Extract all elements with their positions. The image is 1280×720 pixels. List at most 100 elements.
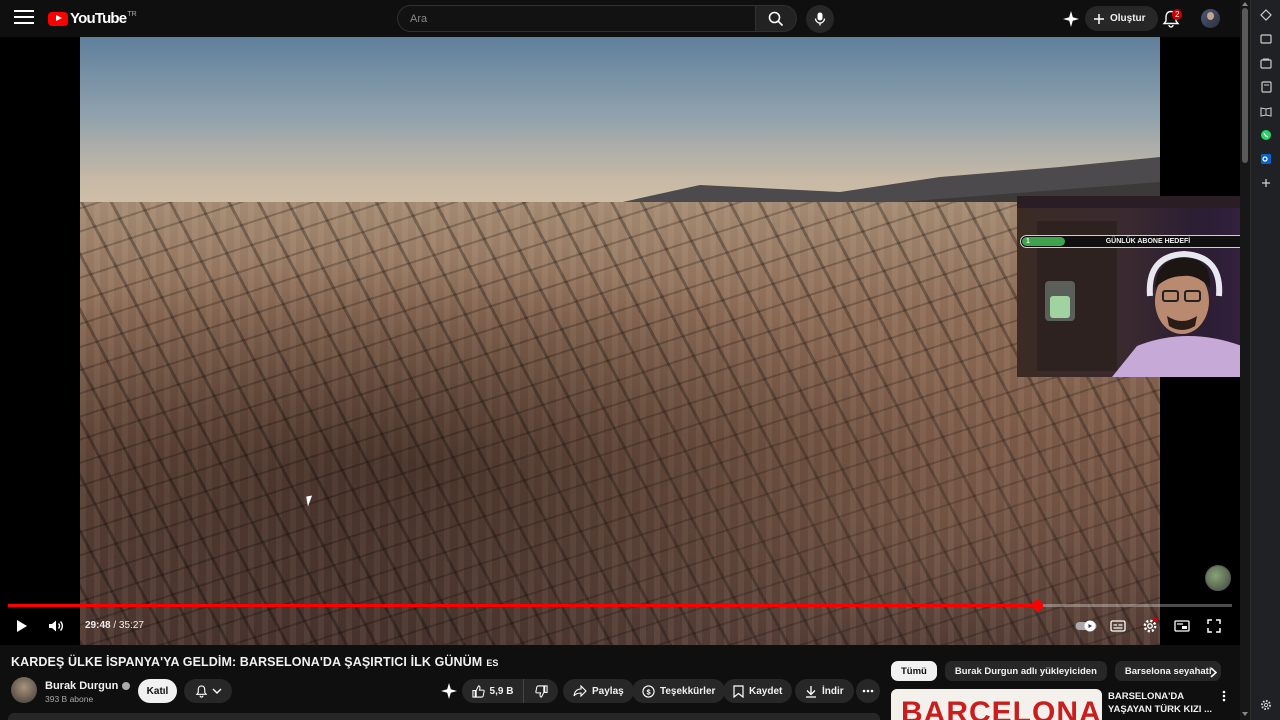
subscription-notifications-button[interactable] (184, 679, 232, 703)
svg-text:$: $ (646, 687, 651, 696)
search-icon (768, 11, 784, 26)
current-time: 29:48 (85, 620, 111, 631)
voice-search-button[interactable] (806, 5, 834, 33)
download-label: İndir (822, 685, 844, 697)
language-badge: ES (486, 658, 499, 668)
browser-side-panel (1250, 0, 1280, 720)
sidepanel-wallet-icon[interactable] (1259, 56, 1273, 70)
autoplay-toggle[interactable] (1074, 615, 1098, 637)
goal-start-value: 1 (1026, 238, 1030, 245)
save-label: Kaydet (749, 685, 783, 697)
sidepanel-reading-list-icon[interactable] (1259, 104, 1273, 118)
microphone-icon (814, 12, 826, 26)
logo-country-code: TR (127, 10, 137, 18)
scroll-down-arrow-icon[interactable] (1242, 712, 1248, 716)
play-icon (17, 620, 27, 632)
youtube-watch-page: YouTube TR Oluştur 2 (0, 0, 1280, 720)
scrollbar-thumb[interactable] (1242, 8, 1248, 163)
recommended-video-title[interactable]: BARSELONA'DA YAŞAYAN TÜRK KIZI ... (1108, 690, 1212, 716)
bell-icon (195, 684, 207, 698)
search-button[interactable] (755, 5, 797, 32)
chevron-right-icon (1209, 666, 1217, 678)
recommended-video-menu-button[interactable] (1219, 690, 1229, 704)
download-icon (806, 685, 816, 698)
description-box[interactable] (8, 713, 880, 720)
menu-icon[interactable] (14, 10, 34, 26)
channel-name-link[interactable]: Burak Durgun (45, 680, 131, 692)
progress-bar[interactable] (8, 600, 1232, 611)
search-input[interactable] (397, 5, 755, 32)
more-vertical-icon (1222, 690, 1226, 702)
notes-icon (1260, 81, 1272, 93)
media-icon (1260, 34, 1272, 44)
ask-ai-sparkle-icon[interactable] (440, 682, 458, 700)
subtitles-icon (1110, 620, 1126, 632)
more-horizontal-icon (862, 689, 874, 693)
diamond-icon (1260, 9, 1272, 21)
sidepanel-outlook-icon[interactable] (1259, 152, 1273, 166)
fullscreen-button[interactable] (1204, 615, 1224, 637)
search-box (397, 5, 797, 32)
create-button[interactable]: Oluştur (1085, 6, 1158, 31)
video-title: KARDEŞ ÜLKE İSPANYA'YA GELDİM: BARSELONA… (11, 655, 499, 669)
volume-button[interactable] (46, 615, 66, 637)
thanks-button[interactable]: $ Teşekkürler (632, 679, 726, 703)
sparkle-icon[interactable] (1062, 10, 1080, 28)
subtitles-button[interactable] (1108, 615, 1128, 637)
youtube-logo[interactable]: YouTube TR (48, 10, 137, 27)
video-frame (80, 37, 1160, 645)
progress-scrubber[interactable] (1031, 600, 1043, 611)
sidepanel-extension-icon[interactable] (1259, 8, 1273, 22)
more-actions-button[interactable] (856, 679, 880, 703)
download-button[interactable]: İndir (795, 679, 854, 703)
page-scrollbar[interactable] (1240, 0, 1250, 720)
miniplayer-button[interactable] (1172, 615, 1192, 637)
plus-icon (1094, 13, 1104, 24)
logo-text: YouTube (70, 10, 127, 27)
channel-avatar[interactable] (11, 677, 37, 703)
thumbnail-text: BARCELONA (901, 696, 1102, 720)
sidepanel-whatsapp-icon[interactable] (1259, 128, 1273, 142)
fullscreen-icon (1207, 619, 1221, 633)
video-title-text: KARDEŞ ÜLKE İSPANYA'YA GELDİM: BARSELONA… (11, 655, 483, 669)
thanks-icon: $ (642, 684, 655, 698)
like-button[interactable]: 5,9 B (462, 679, 524, 703)
sidepanel-media-icon[interactable] (1259, 32, 1273, 46)
autoplay-toggle-icon (1075, 620, 1097, 632)
save-button[interactable]: Kaydet (723, 679, 793, 703)
like-count: 5,9 B (489, 685, 514, 697)
sidepanel-add-icon[interactable] (1259, 176, 1273, 190)
goal-title: GÜNLÜK ABONE HEDEFİ (1105, 238, 1191, 245)
time-display: 29:48 / 35:27 (85, 620, 144, 631)
dislike-button[interactable] (524, 679, 558, 703)
channel-watermark[interactable] (1205, 565, 1231, 591)
share-button[interactable]: Paylaş (563, 679, 634, 703)
youtube-play-icon (48, 11, 68, 26)
outlook-icon (1261, 154, 1271, 164)
account-avatar[interactable] (1201, 9, 1220, 28)
chevron-down-icon (212, 688, 221, 694)
chips-next-button[interactable] (1204, 663, 1222, 681)
sidepanel-notes-icon[interactable] (1259, 80, 1273, 94)
whatsapp-icon (1261, 130, 1271, 140)
bookmark-icon (733, 684, 744, 698)
scroll-up-arrow-icon[interactable] (1242, 2, 1248, 6)
sidepanel-settings-icon[interactable] (1259, 698, 1273, 712)
player-controls: 29:48 / 35:27 (0, 615, 1240, 637)
chip-all[interactable]: Tümü (891, 661, 937, 681)
duration: 35:27 (118, 620, 144, 631)
miniplayer-icon (1174, 620, 1190, 632)
thumbs-down-icon (534, 684, 548, 698)
settings-button[interactable] (1140, 615, 1160, 637)
gear-icon (1143, 618, 1158, 633)
share-icon (573, 685, 587, 697)
recommended-video-thumbnail[interactable]: BARCELONA (891, 689, 1102, 720)
play-button[interactable] (12, 615, 32, 637)
join-button[interactable]: Katıl (138, 679, 177, 703)
share-label: Paylaş (592, 685, 624, 697)
chip-from-uploader[interactable]: Burak Durgun adlı yükleyiciden (944, 661, 1107, 681)
wallet-icon (1260, 58, 1272, 69)
plus-icon (1262, 179, 1270, 187)
progress-played (8, 604, 1037, 607)
subscriber-goal-bar: 1 GÜNLÜK ABONE HEDEFİ 6 (1020, 235, 1276, 248)
